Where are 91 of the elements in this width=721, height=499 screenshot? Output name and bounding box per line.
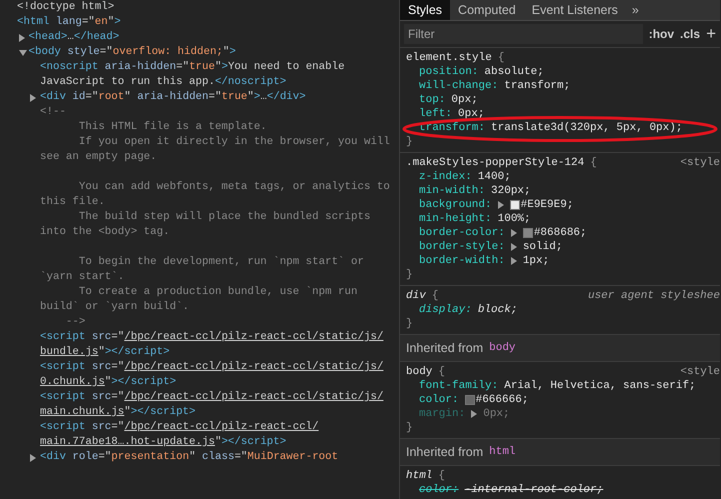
expand-triangle-icon[interactable] <box>18 34 24 42</box>
code-line: <head>…</head> <box>28 30 120 45</box>
css-property-value: -internal-root-color; <box>464 483 604 497</box>
code-line: main.chunk.js"></script> <box>40 405 196 420</box>
new-rule-button[interactable]: + <box>706 24 716 44</box>
html-comment: <!-- This HTML file is a template. If you open it directly in the browser, you will see an empty page. You can add webfonts, meta tags, or analytics to this file. The build step will place the bundled scripts into the <body> tag. To begin the development, run `npm start` or `yarn start`. To create a production bundle, use `npm run build` or `yarn build`. --> <box>40 105 390 330</box>
css-property-name: left: <box>419 107 452 121</box>
css-property-value: 0px; <box>483 407 510 421</box>
expand-icon[interactable] <box>510 257 517 265</box>
code-line: <!doctype html> <box>17 0 114 15</box>
color-swatch[interactable] <box>522 228 533 238</box>
css-property-value: 0px; <box>458 107 484 121</box>
tab[interactable]: Styles <box>400 0 450 20</box>
css-property-name: color: <box>419 393 459 407</box>
toggle-button[interactable]: .cls <box>680 27 700 41</box>
css-property-value: block; <box>478 303 518 317</box>
code-line: <script src="/bpc/react-ccl/pilz-react-ccl/static/js/ <box>40 360 384 375</box>
expand-icon[interactable] <box>510 243 517 251</box>
code-line: <script src="/bpc/react-ccl/pilz-react-ccl/static/js/ <box>40 390 384 405</box>
css-property-name: border-color: <box>419 226 505 240</box>
brace: { <box>438 469 446 483</box>
code-line: <script src="/bpc/react-ccl/pilz-react-ccl/static/js/ <box>40 330 384 345</box>
code-line: <div id="root" aria-hidden="true">…</div> <box>40 90 306 105</box>
color-swatch[interactable] <box>510 200 520 210</box>
css-property-value: 1px; <box>522 254 550 268</box>
expand-triangle-icon[interactable] <box>30 454 36 462</box>
toggle-button[interactable]: :hov <box>648 27 674 41</box>
stylesheet-source-link[interactable]: <style <box>680 365 720 379</box>
filter-field[interactable]: Filter <box>404 24 643 44</box>
css-property-value: 100%; <box>498 212 531 226</box>
inherited-label: Inherited from <box>406 341 484 355</box>
css-property-name: color: <box>419 483 459 497</box>
css-property-name: font-family: <box>419 379 498 393</box>
css-property-value: absolute; <box>484 65 544 79</box>
css-property-name: background: <box>419 198 492 212</box>
css-property-name: position: <box>419 65 478 79</box>
brace: { <box>498 51 504 65</box>
code-line: <body style="overflow: hidden;"> <box>28 45 236 60</box>
css-selector: body <box>406 365 432 379</box>
css-selector: element.style <box>406 51 492 65</box>
css-property-name: min-height: <box>419 212 492 226</box>
brace: { <box>590 156 597 170</box>
code-line: <html lang="en"> <box>17 15 121 30</box>
code-line: bundle.js"></script> <box>40 345 170 360</box>
brace: { <box>432 289 438 303</box>
expand-icon[interactable] <box>510 229 517 237</box>
css-property-value: transform; <box>504 79 570 93</box>
expand-icon[interactable] <box>498 201 504 209</box>
inherited-element-link[interactable]: html <box>489 445 516 459</box>
stylesheet-source-link[interactable]: <style <box>680 156 720 170</box>
brace: } <box>406 317 414 331</box>
code-line: 0.chunk.js"></script> <box>40 375 176 390</box>
tab[interactable]: Event Listeners <box>524 0 626 20</box>
css-property-value: #E9E9E9; <box>520 198 574 212</box>
code-line: <div role="presentation" class="MuiDrawer-root <box>40 450 338 465</box>
css-property-value: Arial, Helvetica, sans-serif; <box>504 379 696 393</box>
css-property-name: transform: <box>419 121 486 135</box>
brace: } <box>406 135 414 149</box>
css-property-name: top: <box>419 93 446 107</box>
brace: } <box>406 268 414 282</box>
code-line: <noscript aria-hidden="true">You need to enable <box>40 60 345 75</box>
brace: { <box>438 365 446 379</box>
color-swatch[interactable] <box>464 395 475 405</box>
css-property-value: translate3d(320px, 5px, 0px); <box>491 121 682 135</box>
inherited-element-link[interactable]: body <box>489 341 516 355</box>
css-property-name: margin: <box>419 407 466 421</box>
collapse-triangle-icon[interactable] <box>18 50 26 56</box>
css-property-value: 1400; <box>478 170 511 184</box>
code-line: main.77abe18….hot-update.js"></script> <box>40 435 286 450</box>
css-property-value: #868686; <box>534 226 587 240</box>
css-property-value: 320px; <box>491 184 531 198</box>
css-property-value: solid; <box>522 240 562 254</box>
css-selector: html <box>406 469 432 483</box>
tab[interactable]: Computed <box>450 0 524 20</box>
brace: } <box>406 421 414 435</box>
css-property-name: will-change: <box>419 79 498 93</box>
css-property-value: 0px; <box>451 93 478 107</box>
expand-triangle-icon[interactable] <box>30 94 36 102</box>
code-line: JavaScript to run this app.</noscript> <box>40 75 286 90</box>
expand-icon[interactable] <box>471 410 478 418</box>
css-property-name: z-index: <box>419 170 472 184</box>
more-tabs-button[interactable]: » <box>626 0 645 20</box>
code-line: <script src="/bpc/react-ccl/pilz-react-ccl/ <box>40 420 319 435</box>
inherited-label: Inherited from <box>406 445 484 459</box>
css-selector: .makeStyles-popperStyle-124 <box>406 156 584 170</box>
css-property-name: min-width: <box>419 184 486 198</box>
css-property-value: #666666; <box>476 393 528 407</box>
css-selector: div <box>406 289 426 303</box>
css-property-name: display: <box>419 303 472 317</box>
css-property-name: border-width: <box>419 254 505 268</box>
css-property-name: border-style: <box>419 240 505 254</box>
